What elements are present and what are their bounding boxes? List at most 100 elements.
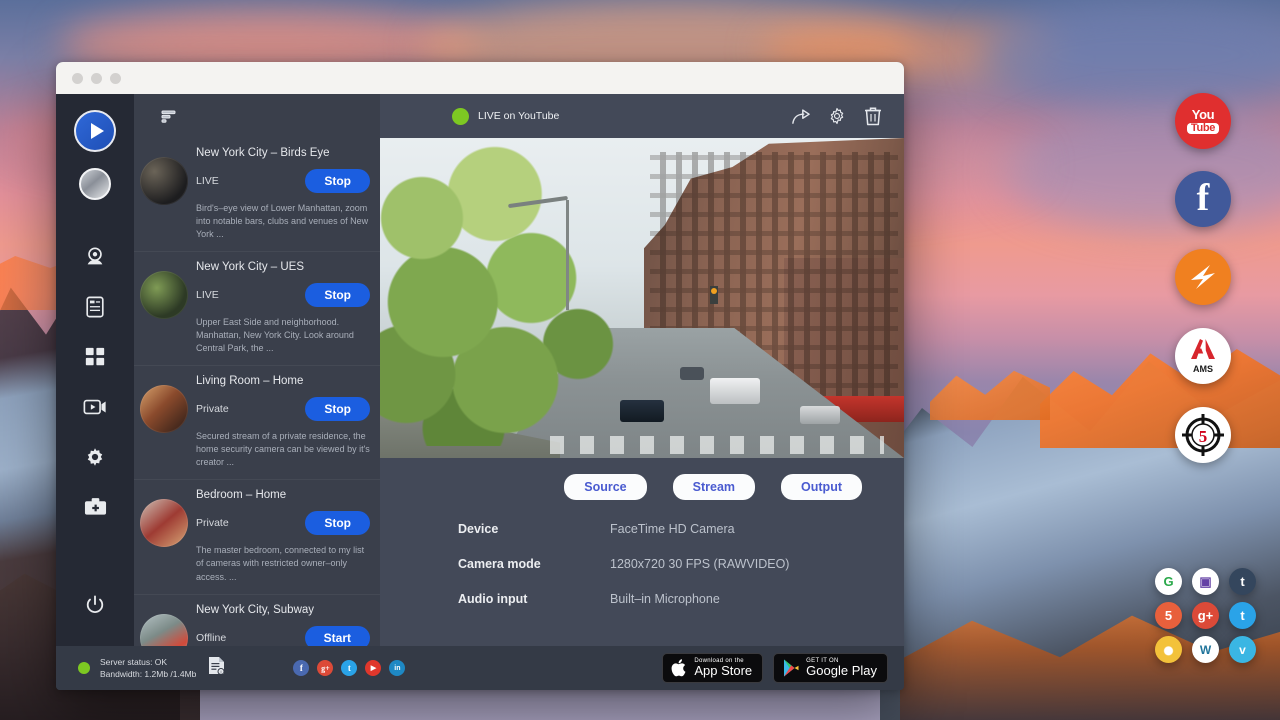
trash-glyph (864, 106, 882, 126)
tumblr-icon[interactable]: t (1229, 568, 1256, 595)
camera-action-button[interactable]: Stop (305, 169, 370, 193)
camera-action-button[interactable]: Stop (305, 397, 370, 421)
share-icon[interactable] (788, 103, 814, 129)
vimeo-glyph: v (1239, 643, 1246, 657)
trash-icon[interactable] (860, 103, 886, 129)
sidebar-item-power[interactable] (72, 582, 118, 628)
sidebar-item-video[interactable] (72, 384, 118, 430)
wordpress-icon[interactable]: W (1192, 636, 1219, 663)
camera-status-row: LIVE Stop (196, 169, 370, 193)
camera-info: New York City – Birds Eye LIVE Stop Bird… (196, 147, 370, 241)
camera-list[interactable]: New York City – Birds Eye LIVE Stop Bird… (134, 138, 380, 646)
live-indicator-dot (452, 108, 469, 125)
twitter-icon[interactable]: t (341, 660, 357, 676)
sort-icon[interactable] (156, 103, 182, 129)
tab-source[interactable]: Source (564, 474, 646, 500)
detail-value[interactable]: FaceTime HD Camera (610, 522, 735, 536)
target5-desktop-icon[interactable]: 5 (1175, 407, 1231, 463)
camera-status-row: LIVE Stop (196, 283, 370, 307)
list-item[interactable]: New York City – Birds Eye LIVE Stop Bird… (134, 138, 380, 252)
wowza-desktop-icon[interactable] (1175, 249, 1231, 305)
camera-status: Offline (196, 632, 226, 644)
detail-label: Camera mode (458, 557, 610, 571)
twitter-glyph: t (1240, 608, 1244, 623)
twitter-glyph: t (348, 663, 351, 673)
app-logo[interactable] (74, 110, 116, 152)
camera-info: Living Room – Home Private Stop Secured … (196, 375, 370, 469)
facebook-icon[interactable]: f (293, 660, 309, 676)
linkedin-glyph: in (394, 665, 400, 672)
sidebar-item-support[interactable] (72, 484, 118, 530)
server-status-line: Server status: OK (100, 656, 196, 668)
source-details: Device FaceTime HD Camera Camera mode 12… (380, 500, 904, 646)
camera-title: Living Room – Home (196, 375, 370, 387)
camera-info: New York City – UES LIVE Stop Upper East… (196, 261, 370, 355)
zoom-button[interactable] (110, 73, 121, 84)
gear-icon[interactable] (824, 103, 850, 129)
grabyo-icon[interactable]: G (1155, 568, 1182, 595)
main-toolbar: LIVE on YouTube (380, 94, 904, 138)
camera-action-button[interactable]: Stop (305, 283, 370, 307)
app-store-badge[interactable]: Download on the App Store (662, 653, 763, 683)
camera-list-column: New York City – Birds Eye LIVE Stop Bird… (134, 94, 380, 646)
list-item[interactable]: New York City – UES LIVE Stop Upper East… (134, 252, 380, 366)
sidebar-item-devices[interactable] (72, 284, 118, 330)
adobe-ams-desktop-icon[interactable]: AMS (1175, 328, 1231, 384)
google-play-badge[interactable]: GET IT ON Google Play (773, 653, 888, 683)
google-play-icon (782, 658, 800, 678)
wordpress-glyph: W (1200, 643, 1211, 657)
video-icon (83, 397, 107, 417)
mountain-right-sunlit-2 (930, 360, 1050, 420)
youtube-glyph: ▶ (371, 664, 376, 672)
linkedin-icon[interactable]: in (389, 660, 405, 676)
minimize-button[interactable] (91, 73, 102, 84)
vimeo-icon[interactable]: v (1229, 636, 1256, 663)
googleplus-icon[interactable]: g+ (317, 660, 333, 676)
sort-glyph (161, 108, 177, 124)
camera-status: LIVE (196, 289, 219, 301)
crosshair-icon: 5 (1179, 411, 1227, 459)
main-panel: LIVE on YouTube (380, 94, 904, 646)
camera-action-button[interactable]: Stop (305, 511, 370, 535)
document-log-icon[interactable]: i (208, 656, 225, 680)
sunset-icon[interactable] (1155, 636, 1182, 663)
video-traffic-signal-light (711, 288, 717, 294)
video-preview[interactable] (380, 138, 904, 458)
video-car (680, 367, 704, 380)
camera-title: New York City – Birds Eye (196, 147, 370, 159)
tab-output[interactable]: Output (781, 474, 862, 500)
window-titlebar[interactable] (56, 62, 904, 94)
sidebar-item-webcam[interactable] (72, 234, 118, 280)
camera-info: Bedroom – Home Private Stop The master b… (196, 489, 370, 583)
googleplus-desktop-icon[interactable]: g+ (1192, 602, 1219, 629)
svg-text:5: 5 (1199, 427, 1208, 446)
sidebar-item-dashboard[interactable] (72, 334, 118, 380)
youtube-desktop-icon[interactable]: You Tube (1175, 93, 1231, 149)
detail-value[interactable]: Built–in Microphone (610, 592, 720, 606)
list-item[interactable]: Living Room – Home Private Stop Secured … (134, 366, 380, 480)
close-button[interactable] (72, 73, 83, 84)
first-aid-icon (84, 497, 107, 517)
camera-thumbnail (140, 499, 188, 547)
list-item[interactable]: Bedroom – Home Private Stop The master b… (134, 480, 380, 594)
detail-value[interactable]: 1280x720 30 FPS (RAWVIDEO) (610, 557, 789, 571)
five-icon[interactable]: 5 (1155, 602, 1182, 629)
youtube-icon[interactable]: ▶ (365, 660, 381, 676)
list-toolbar (134, 94, 380, 138)
camera-action-button[interactable]: Start (305, 626, 370, 646)
sidebar-item-settings[interactable] (72, 434, 118, 480)
twitter-desktop-icon[interactable]: t (1229, 602, 1256, 629)
grabyo-glyph: G (1163, 574, 1173, 589)
detail-row-device: Device FaceTime HD Camera (458, 522, 904, 536)
avatar[interactable] (79, 168, 111, 200)
youtube-you-text: You (1187, 108, 1219, 122)
google-play-text: GET IT ON Google Play (806, 658, 877, 678)
tab-stream[interactable]: Stream (673, 474, 755, 500)
video-trees (380, 146, 630, 446)
list-item[interactable]: New York City, Subway Offline Start New … (134, 595, 380, 646)
twitch-glyph: ▣ (1199, 574, 1211, 590)
facebook-desktop-icon[interactable]: f (1175, 171, 1231, 227)
youtube-tube-text: Tube (1187, 123, 1219, 135)
twitch-icon[interactable]: ▣ (1192, 568, 1219, 595)
svg-text:i: i (221, 669, 222, 674)
